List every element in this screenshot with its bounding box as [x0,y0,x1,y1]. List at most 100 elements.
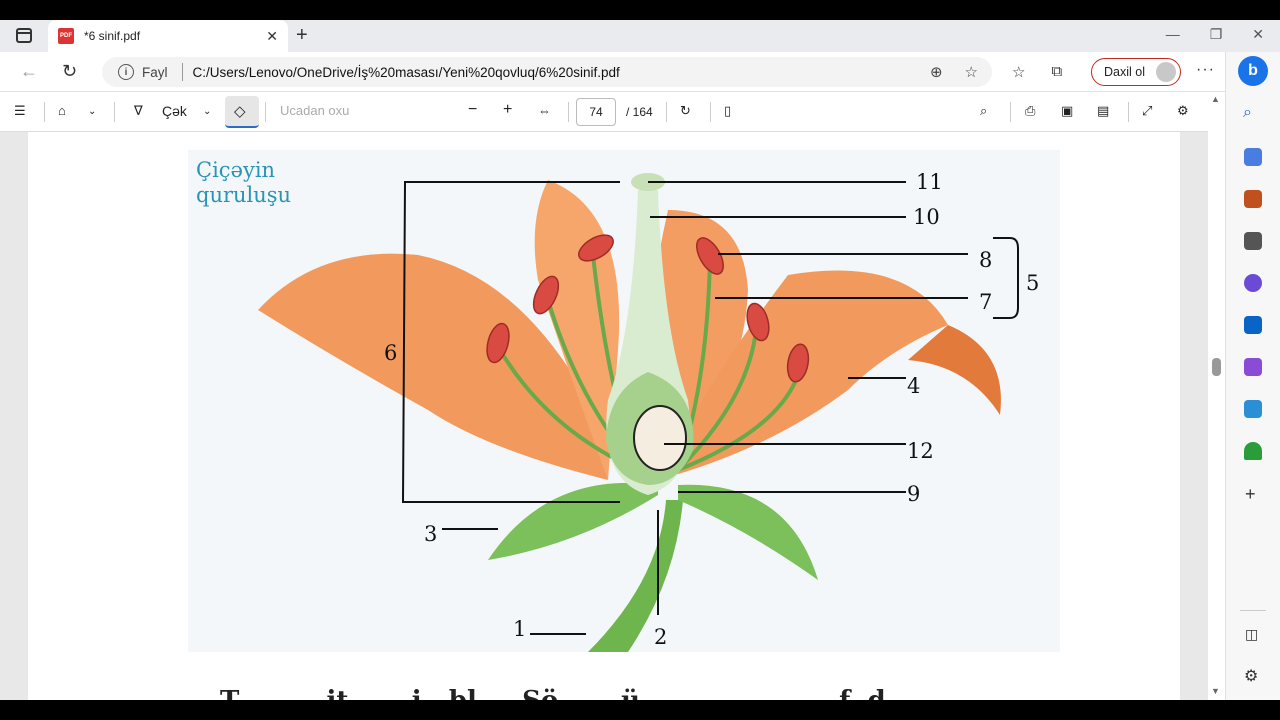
address-separator [181,63,183,81]
petal [908,325,1001,415]
page-view-icon[interactable]: ▯ [724,103,731,119]
pdf-toolbar: ☰ ⌂ ⌄ ∇ Çək ⌄ ◇ Ucadan oxu − + ⇔ 74 / 16… [0,92,1225,132]
tab-title: *6 sinif.pdf [84,29,141,43]
pdf-page: Çiçəyin quruluşu 11 10 8 7 5 6 4 12 9 3 … [28,132,1180,700]
sidebar-settings-icon[interactable]: ⚙ [1244,666,1258,686]
label-1: 1 [513,617,526,641]
minimize-icon[interactable]: — [1166,26,1180,43]
tab-actions-icon[interactable] [16,28,32,43]
toolbar-separator [1010,102,1011,122]
label-10: 10 [913,205,940,229]
shopping-icon[interactable] [1244,148,1262,166]
designer-icon[interactable] [1244,358,1262,376]
tab-strip: PDF *6 sinif.pdf ✕ + — ❐ ✕ [0,20,1280,52]
avatar [1156,62,1176,82]
top-black-bar [0,0,1280,20]
address-icons: ⊕ ☆ [930,63,978,81]
pdf-viewer[interactable]: Çiçəyin quruluşu 11 10 8 7 5 6 4 12 9 3 … [0,132,1225,700]
label-6: 6 [384,341,397,365]
sepal [678,484,818,580]
browser-toolbar-icons: ☆ ⧉ [1012,63,1062,81]
save-icon[interactable]: ▣ [1061,103,1073,119]
label-5: 5 [1026,271,1039,295]
erase-button[interactable]: ◇ [225,96,259,128]
edge-sidebar: b ⌕ + ◫ ⚙ [1225,52,1280,700]
collections-icon[interactable]: ⧉ [1051,63,1062,81]
toolbar-separator [666,102,667,122]
eraser-icon: ◇ [234,103,246,120]
more-options-icon[interactable]: ··· [1196,61,1215,79]
toolbar-separator [114,102,115,122]
read-aloud-button[interactable]: Ucadan oxu [280,103,349,118]
sepal [488,482,658,560]
address-bar[interactable]: i Fayl C:/Users/Lenovo/OneDrive/İş%20mas… [102,57,992,87]
toolbar-separator [1128,102,1129,122]
sidebar-divider [1240,610,1266,611]
close-tab-icon[interactable]: ✕ [266,28,278,45]
toolbar-separator [710,102,711,122]
label-2: 2 [654,625,667,649]
print-icon[interactable]: ⎙ [1025,103,1035,119]
hide-sidebar-icon[interactable]: ◫ [1245,626,1258,643]
highlight-icon[interactable]: ⌂ [58,103,66,118]
back-icon[interactable]: ← [20,61,38,82]
toolbar-separator [568,102,569,122]
page-number-input[interactable]: 74 [576,98,616,126]
contents-icon[interactable]: ☰ [14,103,26,119]
pdf-file-icon: PDF [58,28,74,44]
address-bar-row: ← ↻ i Fayl C:/Users/Lenovo/OneDrive/İş%2… [0,52,1225,92]
signin-label: Daxil ol [1104,65,1145,79]
zoom-in-icon[interactable]: + [503,101,512,119]
find-icon[interactable]: ⌕ [980,103,987,119]
flower-illustration: 11 10 8 7 5 6 4 12 9 3 1 2 [258,170,1039,652]
outlook-icon[interactable] [1244,316,1262,334]
label-11: 11 [916,170,943,194]
address-scheme-label: Fayl [142,64,168,80]
add-favorite-icon[interactable]: ☆ [965,63,978,81]
tab-pdf[interactable]: PDF *6 sinif.pdf ✕ [48,20,288,52]
toolbar-separator [265,102,266,122]
favorites-icon[interactable]: ☆ [1012,63,1025,81]
close-window-icon[interactable]: ✕ [1252,26,1264,43]
toolbar-separator [44,102,45,122]
scrollbar-thumb[interactable] [1212,358,1221,376]
settings-icon[interactable]: ⚙ [1177,103,1189,119]
draw-icon[interactable]: ∇ [134,103,143,119]
copilot-icon[interactable]: b [1238,56,1268,86]
window-controls: — ❐ ✕ [1166,26,1264,43]
label-9: 9 [907,482,920,506]
flower-structure-figure: Çiçəyin quruluşu 11 10 8 7 5 6 4 12 9 3 … [188,150,1060,652]
fullscreen-icon[interactable]: ⤢ [1142,103,1152,119]
info-icon[interactable]: i [118,64,134,80]
signin-button[interactable]: Daxil ol [1091,58,1181,86]
restore-icon[interactable]: ❐ [1210,26,1223,43]
telegram-icon[interactable] [1244,400,1262,418]
refresh-icon[interactable]: ↻ [62,61,77,82]
office-icon[interactable] [1244,274,1262,292]
bottom-black-bar [0,700,1280,720]
games-icon[interactable] [1244,232,1262,250]
address-url[interactable]: C:/Users/Lenovo/OneDrive/İş%20masası/Yen… [193,65,620,80]
page-text-partial: T...... ...it.. ....i...bl.... Sö.......… [220,686,904,700]
draw-dropdown-icon[interactable]: ⌄ [203,106,211,117]
vertical-scrollbar[interactable]: ▲ ▼ [1208,92,1225,700]
save-as-icon[interactable]: ▤ [1097,103,1109,119]
label-4: 4 [907,374,920,398]
label-7: 7 [979,290,992,314]
rotate-icon[interactable]: ↻ [680,103,691,119]
label-8: 8 [979,248,992,272]
search-icon[interactable]: ⌕ [1243,104,1252,122]
highlight-dropdown-icon[interactable]: ⌄ [88,106,96,117]
total-pages: / 164 [626,105,653,119]
zoom-out-icon[interactable]: − [468,101,477,119]
scroll-down-icon[interactable]: ▼ [1211,686,1220,696]
zoom-icon[interactable]: ⊕ [930,63,943,81]
scroll-up-icon[interactable]: ▲ [1211,94,1220,104]
new-tab-button[interactable]: + [296,24,308,47]
add-sidebar-app-icon[interactable]: + [1245,484,1256,505]
tools-icon[interactable] [1244,190,1262,208]
ovule [633,405,687,471]
tree-icon[interactable] [1244,442,1262,460]
draw-label[interactable]: Çək [162,103,187,119]
fit-width-icon[interactable]: ⇔ [538,103,551,118]
